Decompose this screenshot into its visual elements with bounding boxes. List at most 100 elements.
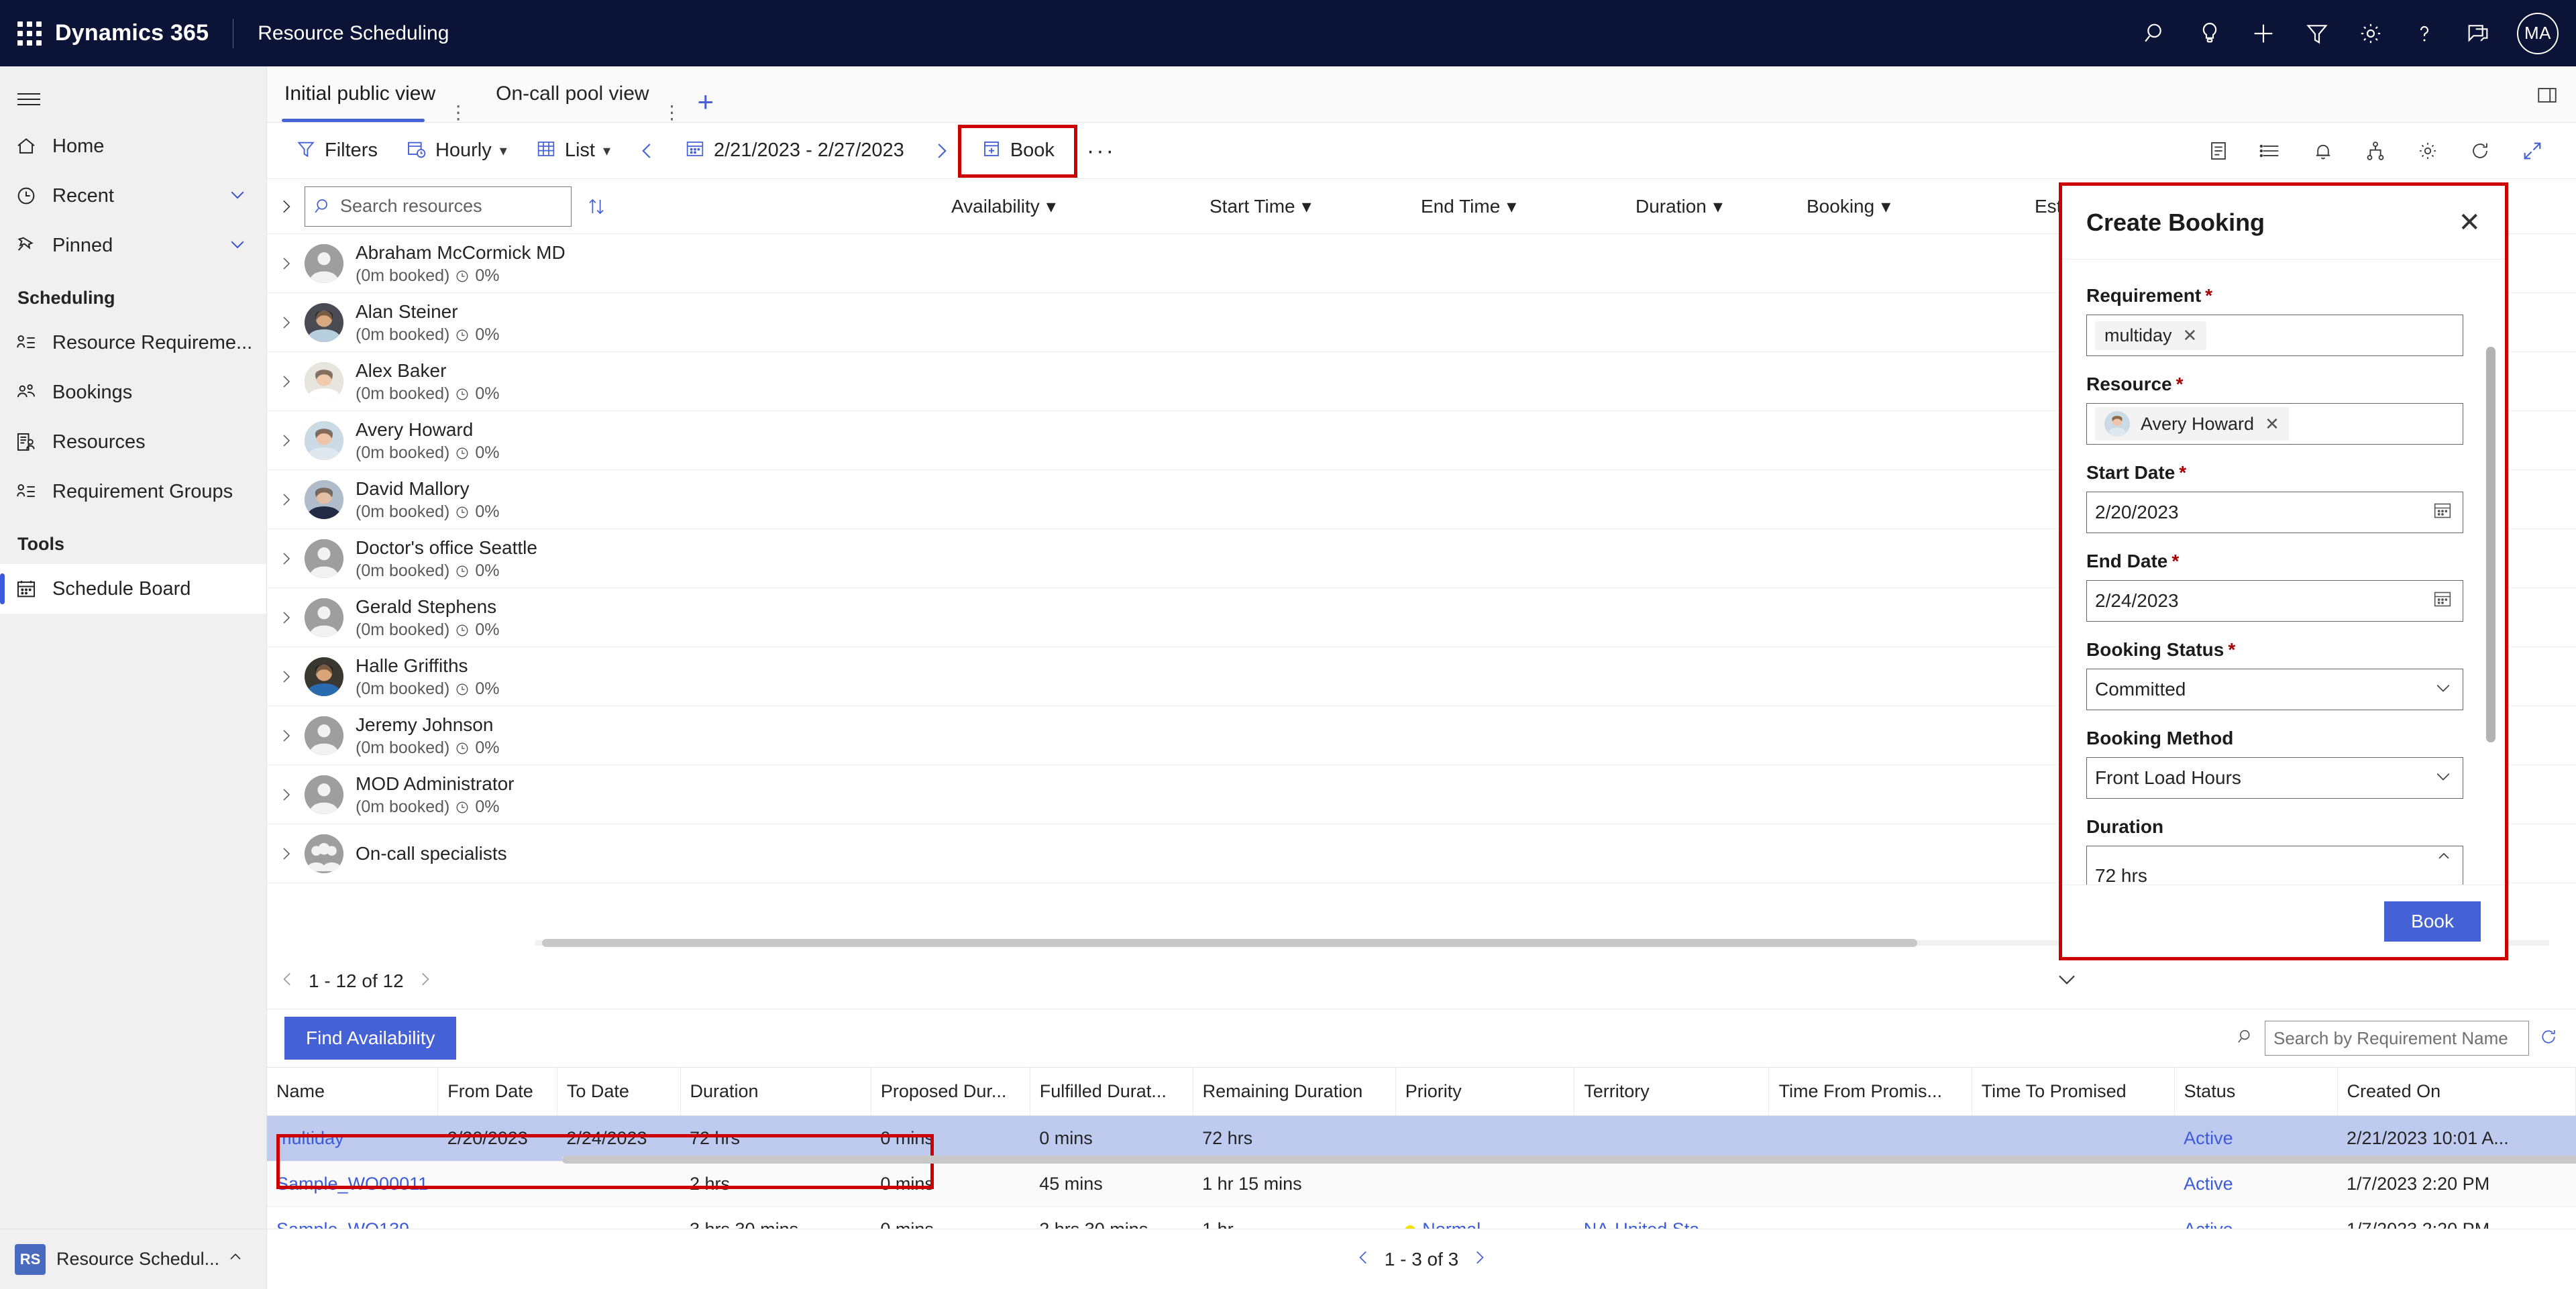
th-status[interactable]: Status [2174, 1067, 2338, 1116]
sidebar-item-requirement-groups[interactable]: Requirement Groups [0, 467, 266, 516]
chevron-down-icon[interactable] [2433, 678, 2453, 702]
resource-field[interactable]: Avery Howard ✕ [2086, 403, 2463, 445]
requirement-field[interactable]: multiday ✕ [2086, 315, 2463, 356]
requirements-table-hscrollbar[interactable] [562, 1155, 2576, 1164]
expand-row-icon[interactable] [267, 846, 305, 862]
prev-period-button[interactable] [628, 135, 667, 166]
tab-initial-public-view[interactable]: Initial public view [267, 66, 442, 122]
th-from-date[interactable]: From Date [437, 1067, 557, 1116]
org-chart-icon[interactable] [2349, 127, 2402, 174]
sidebar-item-resource-requirements[interactable]: Resource Requireme... [0, 318, 266, 368]
chevron-down-icon[interactable] [227, 234, 248, 258]
remove-chip-icon[interactable]: ✕ [2265, 415, 2279, 433]
help-icon[interactable] [2398, 0, 2451, 66]
expand-row-icon[interactable] [267, 728, 305, 744]
search-resources-input[interactable] [340, 196, 563, 217]
chevron-down-icon[interactable]: ▾ [500, 142, 507, 160]
sidebar-item-home[interactable]: Home [0, 121, 266, 171]
th-time-from-promised[interactable]: Time From Promis... [1768, 1067, 1972, 1116]
resource-chip[interactable]: Avery Howard ✕ [2095, 407, 2289, 441]
search-requirement-field[interactable] [2265, 1021, 2529, 1056]
refresh-icon[interactable] [2538, 1027, 2559, 1050]
column-header-booking[interactable]: Booking ▾ [1807, 195, 1890, 217]
td-status[interactable]: Active [2174, 1161, 2338, 1207]
sidebar-item-pinned[interactable]: Pinned [0, 221, 266, 270]
table-row[interactable]: Sample_WO00011 2 hrs 0 mins 45 mins 1 hr 15 … [267, 1161, 2576, 1207]
filters-button[interactable]: Filters [284, 133, 388, 168]
gear-icon[interactable] [2344, 0, 2398, 66]
add-icon[interactable] [2237, 0, 2290, 66]
chevron-down-icon[interactable] [2433, 767, 2453, 790]
alerts-bell-icon[interactable] [2297, 127, 2349, 174]
th-time-to-promised[interactable]: Time To Promised [1972, 1067, 2175, 1116]
sitemap-toggle-icon[interactable] [0, 66, 266, 121]
th-fulfilled-duration[interactable]: Fulfilled Durat... [1030, 1067, 1193, 1116]
tab-overflow-icon[interactable]: ⋮ [663, 103, 682, 122]
book-button[interactable]: Book [957, 125, 1077, 178]
sort-icon[interactable] [572, 195, 621, 218]
chevron-down-icon[interactable] [227, 184, 248, 208]
calendar-icon[interactable] [2432, 589, 2453, 614]
column-header-start-time[interactable]: Start Time ▾ [1210, 195, 1311, 217]
th-remaining-duration[interactable]: Remaining Duration [1193, 1067, 1396, 1116]
close-icon[interactable]: ✕ [2458, 209, 2481, 236]
expand-row-icon[interactable] [267, 374, 305, 390]
expand-row-icon[interactable] [267, 433, 305, 449]
chevron-down-icon[interactable]: ▾ [603, 142, 610, 160]
panel-scroll-thumb[interactable] [2486, 347, 2496, 742]
td-territory[interactable] [1574, 1161, 1769, 1207]
settings-gear-icon[interactable] [2402, 127, 2454, 174]
th-duration[interactable]: Duration [680, 1067, 871, 1116]
hourly-button[interactable]: Hourly ▾ [395, 133, 518, 168]
avatar[interactable]: MA [2517, 12, 2559, 54]
add-tab-icon[interactable]: + [692, 86, 729, 122]
sidebar-item-schedule-board[interactable]: Schedule Board [0, 564, 266, 614]
requirement-link[interactable]: Sample_WO00011 [276, 1174, 428, 1194]
sidebar-item-recent[interactable]: Recent [0, 171, 266, 221]
duration-spinner[interactable]: 72 hrs [2086, 846, 2463, 885]
tab-on-call-pool-view[interactable]: On-call pool view [478, 66, 655, 122]
command-overflow-icon[interactable]: ··· [1075, 139, 1128, 162]
status-badge[interactable]: Active [2184, 1174, 2233, 1194]
end-date-field[interactable]: 2/24/2023 [2086, 580, 2463, 622]
next-page-icon[interactable] [404, 970, 445, 991]
find-availability-button[interactable]: Find Availability [284, 1017, 457, 1060]
column-header-availability[interactable]: Availability ▾ [951, 195, 1056, 217]
th-to-date[interactable]: To Date [557, 1067, 681, 1116]
expand-row-icon[interactable] [267, 256, 305, 272]
next-period-button[interactable] [922, 135, 961, 166]
sidebar-item-bookings[interactable]: Bookings [0, 368, 266, 417]
calendar-icon[interactable] [2432, 500, 2453, 525]
panel-toggle-icon[interactable] [2536, 84, 2559, 110]
status-badge[interactable]: Active [2184, 1128, 2233, 1148]
th-territory[interactable]: Territory [1574, 1067, 1770, 1116]
chevron-up-icon[interactable] [2434, 848, 2453, 870]
fullscreen-icon[interactable] [2506, 127, 2559, 174]
column-header-end-time[interactable]: End Time ▾ [1421, 195, 1516, 217]
tab-overflow-icon[interactable]: ⋮ [449, 103, 468, 122]
search-requirement-input[interactable] [2273, 1027, 2520, 1049]
search-icon[interactable] [2129, 0, 2183, 66]
sidebar-item-resources[interactable]: Resources [0, 417, 266, 467]
requirement-link[interactable]: multiday [276, 1128, 344, 1148]
expand-row-icon[interactable] [267, 787, 305, 803]
date-range-button[interactable]: 2/21/2023 - 2/27/2023 [674, 133, 915, 168]
refresh-icon[interactable] [2454, 127, 2506, 174]
booking-status-select[interactable]: Committed [2086, 669, 2463, 710]
expand-row-icon[interactable] [267, 551, 305, 567]
prev-page-icon[interactable] [1343, 1249, 1385, 1270]
expand-row-icon[interactable] [267, 669, 305, 685]
start-date-field[interactable]: 2/20/2023 [2086, 492, 2463, 533]
book-submit-button[interactable]: Book [2384, 901, 2481, 942]
expand-row-icon[interactable] [267, 492, 305, 508]
next-page-icon[interactable] [1458, 1249, 1500, 1270]
filter-icon[interactable] [2290, 0, 2344, 66]
app-launcher-icon[interactable] [15, 19, 44, 48]
td-name[interactable]: Sample_WO00011 [267, 1161, 438, 1207]
th-priority[interactable]: Priority [1395, 1067, 1575, 1116]
scroll-thumb[interactable] [562, 1156, 2576, 1164]
th-proposed-duration[interactable]: Proposed Dur... [871, 1067, 1030, 1116]
td-name[interactable]: multiday [267, 1115, 438, 1162]
expand-all-icon[interactable] [267, 198, 305, 215]
scroll-thumb[interactable] [542, 939, 1917, 947]
